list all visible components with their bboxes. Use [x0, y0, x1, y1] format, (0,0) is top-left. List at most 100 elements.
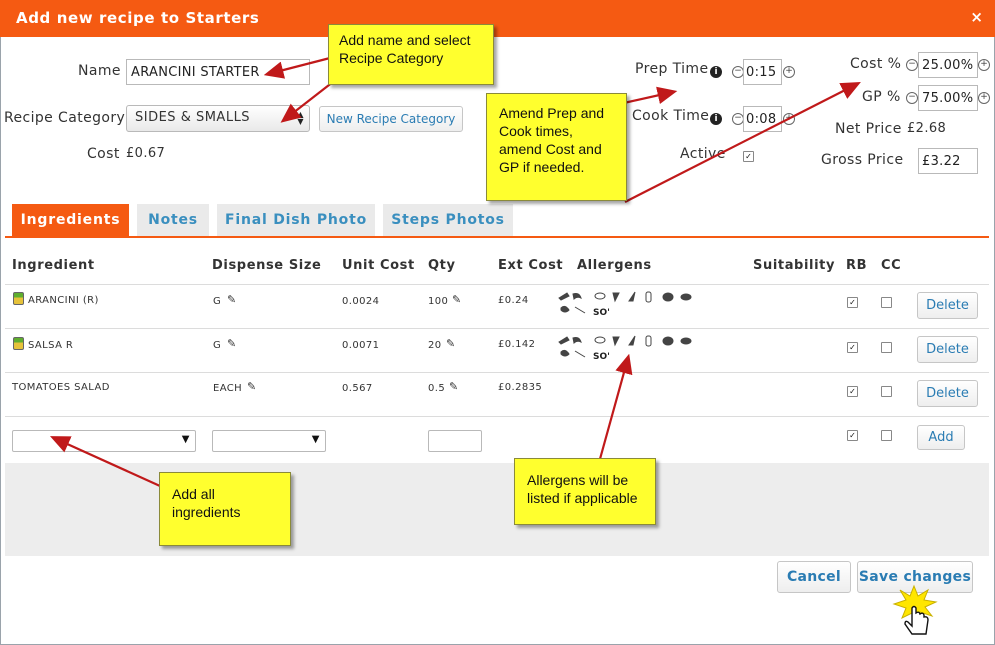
cook-time-input[interactable]: 0:08 — [743, 106, 782, 132]
header-ext-cost: Ext Cost — [498, 258, 564, 273]
cc-checkbox[interactable] — [881, 342, 892, 353]
gp-pct-label: GP % — [862, 89, 901, 105]
active-checkbox[interactable]: ✓ — [743, 151, 754, 162]
category-label: Recipe Category — [4, 110, 126, 126]
qty: 20 — [428, 340, 442, 351]
tab-notes[interactable]: Notes — [137, 204, 209, 237]
header-dispense-size: Dispense Size — [212, 258, 322, 273]
close-icon[interactable]: × — [970, 8, 983, 26]
click-cursor-icon — [892, 584, 938, 635]
jar-icon — [13, 292, 24, 305]
header-allergens: Allergens — [577, 258, 652, 273]
pencil-icon[interactable]: ✎ — [227, 337, 236, 350]
rb-checkbox[interactable]: ✓ — [847, 342, 858, 353]
ingredient-name: SALSA R — [28, 340, 74, 351]
dispense-size: G — [213, 340, 222, 351]
select-arrows-icon: ▲ ▼ — [297, 110, 304, 126]
header-rb: RB — [846, 258, 868, 273]
row-divider — [5, 284, 989, 285]
prep-time-label: Prep Time — [635, 61, 709, 77]
unit-cost: 0.0024 — [342, 296, 380, 307]
cost-pct-input[interactable]: 25.00% — [918, 52, 978, 78]
delete-button[interactable]: Delete — [917, 380, 978, 407]
cost-label: Cost — [87, 146, 120, 162]
ext-cost: £0.2835 — [498, 382, 543, 393]
unit-cost: 0.0071 — [342, 340, 380, 351]
gross-price-label: Gross Price — [821, 152, 904, 168]
tab-ingredients[interactable]: Ingredients — [12, 204, 129, 237]
svg-text:SO': SO' — [593, 308, 610, 316]
pencil-icon[interactable]: ✎ — [449, 380, 458, 393]
delete-button[interactable]: Delete — [917, 292, 978, 319]
info-icon[interactable]: i — [710, 66, 722, 78]
add-button[interactable]: Add — [917, 425, 965, 450]
minus-icon[interactable]: − — [906, 59, 918, 71]
qty: 100 — [428, 296, 449, 307]
delete-button[interactable]: Delete — [917, 336, 978, 363]
header-qty: Qty — [428, 258, 456, 273]
allergens-icons: SO' — [558, 335, 692, 360]
tab-final-dish-photo[interactable]: Final Dish Photo — [217, 204, 375, 237]
minus-icon[interactable]: − — [906, 92, 918, 104]
category-value: SIDES & SMALLS — [135, 110, 251, 125]
pencil-icon[interactable]: ✎ — [247, 380, 256, 393]
gross-price-input[interactable]: £3.22 — [918, 148, 978, 174]
allergens-icons: SO' — [558, 291, 692, 316]
ext-cost: £0.24 — [498, 295, 529, 306]
cancel-button[interactable]: Cancel — [777, 561, 851, 593]
plus-icon[interactable]: + — [978, 92, 990, 104]
cc-checkbox[interactable] — [881, 430, 892, 441]
cost-value: £0.67 — [126, 146, 166, 161]
plus-icon[interactable]: + — [783, 113, 795, 125]
row-divider — [5, 372, 989, 373]
note-allergens: Allergens will be listed if applicable — [514, 458, 656, 525]
dialog-title: Add new recipe to Starters — [16, 9, 260, 27]
rb-checkbox[interactable]: ✓ — [847, 430, 858, 441]
dispense-size: G — [213, 296, 222, 307]
note-ingredients: Add all ingredients — [159, 472, 291, 546]
unit-cost: 0.567 — [342, 383, 373, 394]
net-price-label: Net Price — [835, 121, 902, 137]
header-suitability: Suitability — [753, 258, 836, 273]
dispense-size: EACH — [213, 383, 243, 394]
cook-time-label: Cook Time — [632, 108, 710, 124]
dialog-header: Add new recipe to Starters × — [0, 0, 995, 37]
info-icon[interactable]: i — [710, 113, 722, 125]
name-input[interactable]: ARANCINI STARTER — [126, 59, 310, 85]
prep-time-input[interactable]: 0:15 — [743, 59, 782, 85]
header-unit-cost: Unit Cost — [342, 258, 415, 273]
header-cc: CC — [881, 258, 902, 273]
ingredient-name: ARANCINI (R) — [28, 295, 99, 306]
header-ingredient: Ingredient — [12, 258, 95, 273]
pencil-icon[interactable]: ✎ — [452, 293, 461, 306]
plus-icon[interactable]: + — [978, 59, 990, 71]
category-select[interactable]: SIDES & SMALLS ▲ ▼ — [126, 105, 310, 132]
cc-checkbox[interactable] — [881, 386, 892, 397]
new-category-button[interactable]: New Recipe Category — [319, 106, 463, 132]
chevron-down-icon: ▼ — [181, 434, 190, 445]
row-divider — [5, 328, 989, 329]
svg-text:SO': SO' — [593, 352, 610, 360]
gp-pct-input[interactable]: 75.00% — [918, 85, 978, 111]
dispense-select[interactable]: ▼ — [212, 430, 326, 452]
tab-steps-photos[interactable]: Steps Photos — [383, 204, 513, 237]
tabs-underline — [5, 236, 989, 238]
note-name-category: Add name and select Recipe Category — [328, 24, 494, 85]
cc-checkbox[interactable] — [881, 297, 892, 308]
ext-cost: £0.142 — [498, 339, 536, 350]
cost-pct-label: Cost % — [850, 56, 902, 72]
pencil-icon[interactable]: ✎ — [227, 293, 236, 306]
net-price-value: £2.68 — [907, 121, 947, 136]
rb-checkbox[interactable]: ✓ — [847, 297, 858, 308]
active-label: Active — [680, 146, 726, 162]
qty-input[interactable] — [428, 430, 482, 452]
name-label: Name — [78, 63, 121, 79]
row-divider — [5, 416, 989, 417]
chevron-down-icon: ▼ — [311, 434, 320, 445]
rb-checkbox[interactable]: ✓ — [847, 386, 858, 397]
plus-icon[interactable]: + — [783, 66, 795, 78]
pencil-icon[interactable]: ✎ — [446, 337, 455, 350]
jar-icon — [13, 337, 24, 350]
ingredient-select[interactable]: ▼ — [12, 430, 196, 452]
note-times-cost: Amend Prep and Cook times, amend Cost an… — [486, 93, 627, 201]
